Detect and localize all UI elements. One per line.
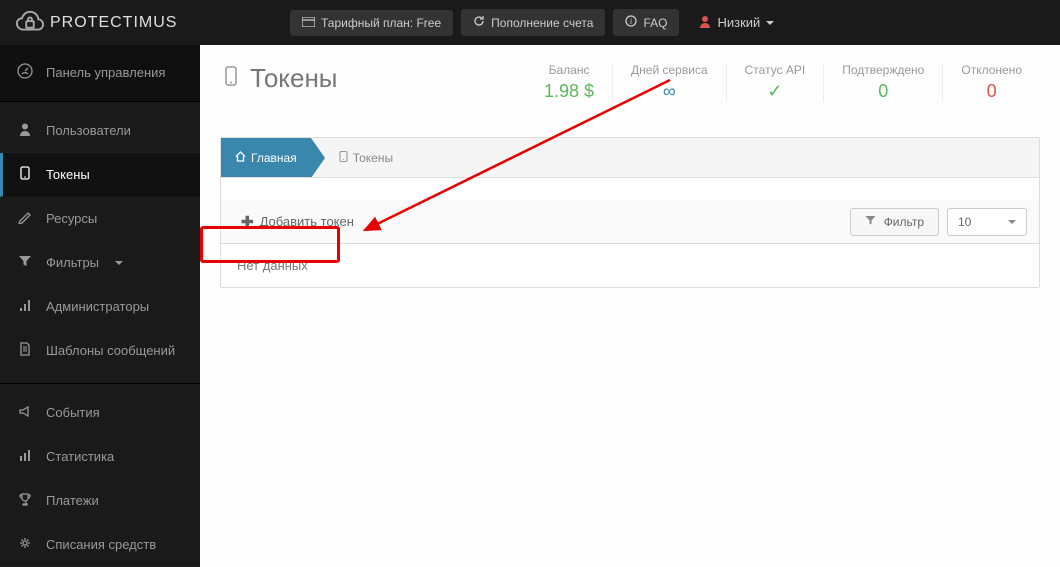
topup-button[interactable]: Пополнение счета (461, 9, 605, 36)
stat-api: Статус API ✓ (726, 63, 824, 102)
sidebar-item-users[interactable]: Пользователи (0, 109, 200, 153)
sidebar-label-stats: Статистика (46, 449, 114, 464)
sidebar-label-resources: Ресурсы (46, 211, 97, 226)
filter-button[interactable]: Фильтр (850, 208, 939, 236)
sidebar-label-users: Пользователи (46, 123, 131, 138)
chevron-down-icon (115, 261, 123, 265)
table-empty-message: Нет данных (221, 244, 1039, 287)
templates-icon (16, 342, 34, 359)
breadcrumb-home[interactable]: Главная (221, 138, 311, 177)
sidebar-label-debits: Списания средств (46, 537, 156, 552)
stat-confirmed: Подтверждено 0 (823, 63, 942, 102)
stat-api-label: Статус API (745, 63, 806, 77)
admins-icon (16, 298, 34, 315)
breadcrumb-current-label: Токены (353, 151, 393, 165)
main-content: Токены Баланс 1.98 $ Дней сервиса ∞ Стат… (200, 45, 1060, 567)
sidebar-item-templates[interactable]: Шаблоны сообщений (0, 329, 200, 373)
sidebar-label-dashboard: Панель управления (46, 65, 165, 80)
sidebar-item-debits[interactable]: Списания средств (0, 523, 200, 567)
stat-confirmed-label: Подтверждено (842, 63, 924, 77)
info-icon: i (625, 15, 637, 30)
topup-label: Пополнение счета (491, 16, 593, 30)
svg-text:i: i (631, 17, 633, 26)
stat-balance-label: Баланс (544, 63, 594, 77)
stat-rejected-value: 0 (961, 81, 1022, 102)
resources-icon (16, 210, 34, 227)
page-header: Токены Баланс 1.98 $ Дней сервиса ∞ Стат… (220, 55, 1040, 117)
toolbar-right: Фильтр 10 (850, 200, 1039, 243)
page-title-text: Токены (250, 63, 337, 94)
megaphone-icon (16, 404, 34, 421)
faq-button[interactable]: i FAQ (613, 9, 679, 36)
home-icon (235, 151, 246, 165)
breadcrumb-current: Токены (311, 138, 409, 177)
tariff-button[interactable]: Тарифный план: Free (290, 10, 453, 36)
dashboard-icon (16, 63, 34, 82)
refresh-icon (473, 15, 485, 30)
sidebar-label-events: События (46, 405, 100, 420)
cloud-lock-icon (15, 8, 45, 38)
sidebar-item-admins[interactable]: Администраторы (0, 285, 200, 329)
user-icon (699, 15, 711, 31)
top-nav: Тарифный план: Free Пополнение счета i F… (200, 9, 1060, 37)
toolbar: ✚ Добавить токен Фильтр 10 (221, 200, 1039, 244)
stat-rejected-label: Отклонено (961, 63, 1022, 77)
pagesize-value: 10 (958, 215, 971, 229)
token-small-icon (339, 151, 348, 165)
brand-text: PROTECTIMUS (50, 14, 177, 32)
stat-days: Дней сервиса ∞ (612, 63, 726, 102)
tokens-icon (16, 166, 34, 183)
toolbar-left: ✚ Добавить токен (221, 200, 374, 243)
plus-icon: ✚ (241, 213, 254, 231)
breadcrumb-home-label: Главная (251, 151, 297, 165)
top-header: PROTECTIMUS Тарифный план: Free Пополнен… (0, 0, 1060, 45)
trophy-icon (16, 492, 34, 509)
user-name: Низкий (717, 15, 760, 30)
token-device-icon (220, 65, 242, 93)
funnel-icon (865, 215, 876, 229)
sidebar-label-payments: Платежи (46, 493, 99, 508)
add-token-button[interactable]: ✚ Добавить токен (221, 200, 374, 243)
chevron-down-icon (1008, 220, 1016, 224)
gear-icon (16, 536, 34, 553)
sidebar-item-stats[interactable]: Статистика (0, 435, 200, 479)
stat-rejected: Отклонено 0 (942, 63, 1040, 102)
stat-days-label: Дней сервиса (631, 63, 708, 77)
sidebar-item-resources[interactable]: Ресурсы (0, 197, 200, 241)
users-icon (16, 122, 34, 139)
page-title: Токены (220, 63, 337, 94)
content-panel: Главная Токены ✚ Добавить токен (220, 137, 1040, 288)
stat-balance: Баланс 1.98 $ (526, 63, 612, 102)
stat-confirmed-value: 0 (842, 81, 924, 102)
pagesize-select[interactable]: 10 (947, 208, 1027, 236)
stat-days-value: ∞ (631, 81, 708, 102)
brand-logo[interactable]: PROTECTIMUS (0, 0, 200, 45)
sidebar: Панель управления Пользователи Токены Ре… (0, 45, 200, 567)
stat-balance-value: 1.98 $ (544, 81, 594, 102)
faq-label: FAQ (643, 16, 667, 30)
breadcrumb: Главная Токены (221, 138, 409, 177)
sidebar-label-admins: Администраторы (46, 299, 149, 314)
tariff-label: Тарифный план: Free (321, 16, 441, 30)
sidebar-label-tokens: Токены (46, 167, 90, 182)
stat-api-value: ✓ (745, 81, 806, 102)
add-token-label: Добавить токен (260, 214, 354, 229)
filter-icon (16, 254, 34, 271)
sidebar-item-payments[interactable]: Платежи (0, 479, 200, 523)
sidebar-label-filters: Фильтры (46, 255, 99, 270)
barchart-icon (16, 448, 34, 465)
credit-card-icon (302, 16, 315, 30)
stats-row: Баланс 1.98 $ Дней сервиса ∞ Статус API … (526, 63, 1040, 102)
chevron-down-icon (766, 21, 774, 25)
sidebar-item-tokens[interactable]: Токены (0, 153, 200, 197)
sidebar-item-events[interactable]: События (0, 391, 200, 435)
sidebar-label-templates: Шаблоны сообщений (46, 343, 175, 358)
breadcrumb-bar: Главная Токены (221, 138, 1039, 178)
empty-text: Нет данных (237, 258, 308, 273)
user-menu[interactable]: Низкий (687, 9, 786, 37)
filter-label: Фильтр (884, 215, 924, 229)
sidebar-item-dashboard[interactable]: Панель управления (0, 45, 200, 101)
sidebar-item-filters[interactable]: Фильтры (0, 241, 200, 285)
